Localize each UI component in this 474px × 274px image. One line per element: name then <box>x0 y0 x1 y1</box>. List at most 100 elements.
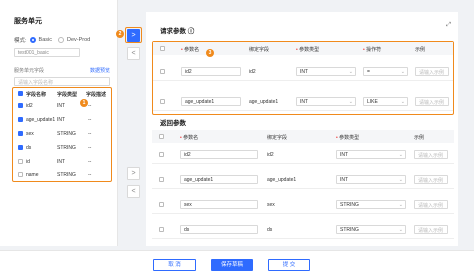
field-name: age_update1 <box>26 117 56 123</box>
param-type-value: STRING <box>340 202 359 208</box>
param-type-value: STRING <box>340 227 359 233</box>
example-input[interactable]: 请输入示例 <box>415 67 449 76</box>
param-name-input[interactable]: age_update1 <box>181 97 241 106</box>
cancel-button[interactable]: 取 消 <box>153 259 196 271</box>
field-checkbox[interactable] <box>18 145 23 150</box>
move-to-response-button[interactable]: > <box>127 167 140 180</box>
step-badge-1: 1 <box>80 99 88 107</box>
param-name-input[interactable]: ds <box>180 225 258 234</box>
param-name-input[interactable]: sex <box>180 200 258 209</box>
field-checkbox[interactable] <box>18 117 23 122</box>
param-type-select[interactable]: INT ⌄ <box>296 67 356 76</box>
footer-bar: 取 消 保存草稿 提 交 <box>0 250 474 274</box>
mode-basic-radio[interactable] <box>29 37 36 43</box>
example-input[interactable]: 请输入示例 <box>414 175 448 184</box>
expand-icon[interactable]: ⤢ <box>446 22 451 29</box>
operator-select[interactable]: = ⌄ <box>363 67 408 76</box>
col-desc-header: 字段描述 <box>86 92 107 98</box>
field-name: ds <box>26 145 32 151</box>
move-to-request-button[interactable]: > <box>127 29 140 42</box>
field-checkbox[interactable] <box>18 172 23 177</box>
response-row: age_update1 age_update1 INT ⌄ 请输入示例 <box>152 170 454 189</box>
field-type: INT <box>57 117 66 123</box>
field-checkbox[interactable] <box>18 103 23 108</box>
chevron-down-icon: ⌄ <box>398 227 403 233</box>
field-row[interactable]: sex STRING -- <box>17 128 109 139</box>
param-name-input[interactable]: age_update1 <box>180 175 258 184</box>
row-checkbox[interactable] <box>160 99 165 104</box>
operator-value: = <box>367 69 370 75</box>
chevron-down-icon: ⌄ <box>400 99 405 105</box>
example-input[interactable]: 请输入示例 <box>414 150 448 159</box>
field-name: name <box>26 172 39 178</box>
field-desc: -- <box>88 159 92 165</box>
col-name-header: 字段名称 <box>26 92 47 98</box>
response-select-all-checkbox[interactable] <box>159 134 164 139</box>
col-param-header: 参数名 <box>183 135 199 141</box>
param-type-select[interactable]: INT ⌄ <box>336 150 406 159</box>
mode-devprod-label: Dev-Prod <box>66 37 91 43</box>
field-row[interactable]: id2 INT -- <box>17 100 109 111</box>
field-desc: -- <box>88 131 92 137</box>
example-input[interactable]: 请输入示例 <box>415 97 449 106</box>
field-name: id <box>26 159 30 165</box>
field-checkbox[interactable] <box>18 159 23 164</box>
param-name-input[interactable]: id2 <box>180 150 258 159</box>
chevron-down-icon: ⌄ <box>400 69 405 75</box>
param-name-input[interactable]: id2 <box>181 67 241 76</box>
move-back-request-button[interactable]: < <box>127 47 140 60</box>
param-type-select[interactable]: STRING ⌄ <box>336 200 406 209</box>
param-type-value: INT <box>300 69 309 75</box>
mode-selector: 模式: Basic Dev-Prod <box>14 36 90 44</box>
field-row[interactable]: ds STRING -- <box>17 142 109 153</box>
response-row: ds ds STRING ⌄ 请输入示例 <box>152 220 454 239</box>
field-table-label: 服务单元字段 <box>14 68 45 74</box>
request-row: age_update1 age_update1 INT ⌄ LIKE ⌄ 请输入示例 <box>153 92 453 111</box>
service-unit-panel: 服务单元 模式: Basic Dev-Prod test001_basic 服务… <box>0 0 118 246</box>
operator-value: LIKE <box>367 99 378 105</box>
submit-button[interactable]: 提 交 <box>268 259 310 271</box>
chevron-down-icon: ⌄ <box>398 152 403 158</box>
mode-devprod-radio[interactable] <box>57 37 64 43</box>
col-param-header: 参数名 <box>184 47 200 53</box>
param-type-select[interactable]: INT ⌄ <box>336 175 406 184</box>
move-back-response-button[interactable]: < <box>127 185 140 198</box>
chevron-down-icon: ⌄ <box>398 177 403 183</box>
response-params-table: • 参数名 绑定字段 • 参数类型 示例 id2 id2 INT ⌄ 请输入示例 … <box>152 130 454 246</box>
param-type-select[interactable]: STRING ⌄ <box>336 225 406 234</box>
row-checkbox[interactable] <box>159 202 164 207</box>
field-type: INT <box>57 103 66 109</box>
unit-select-value: test001_basic <box>18 50 49 56</box>
bound-field: ds <box>267 227 273 233</box>
save-draft-button[interactable]: 保存草稿 <box>211 259 253 271</box>
select-all-checkbox[interactable] <box>18 91 23 96</box>
param-type-value: INT <box>340 177 349 183</box>
field-row[interactable]: id INT -- <box>17 156 109 167</box>
param-type-value: INT <box>300 99 309 105</box>
field-table-head: 字段名称 字段类型 字段描述 <box>17 88 109 99</box>
operator-select[interactable]: LIKE ⌄ <box>363 97 408 106</box>
step-badge-3: 3 <box>206 49 214 57</box>
unit-select[interactable]: test001_basic <box>14 48 80 57</box>
example-input[interactable]: 请输入示例 <box>414 225 448 234</box>
param-type-select[interactable]: INT ⌄ <box>296 97 356 106</box>
bound-field: id2 <box>249 69 256 75</box>
field-search-input[interactable]: 请输入字段名称 <box>14 77 110 86</box>
request-table-head: • 参数名 绑定字段 • 参数类型 • 操作符 示例 <box>153 42 453 55</box>
field-row[interactable]: age_update1 INT -- <box>17 114 109 125</box>
field-checkbox[interactable] <box>18 131 23 136</box>
field-table: 字段名称 字段类型 字段描述 id2 INT -- age_update1 IN… <box>12 87 112 182</box>
col-type-header: 字段类型 <box>57 92 78 98</box>
row-checkbox[interactable] <box>159 152 164 157</box>
field-desc: -- <box>88 103 92 109</box>
col-field-header: 绑定字段 <box>267 135 288 141</box>
panel-title: 服务单元 <box>14 18 42 25</box>
row-checkbox[interactable] <box>159 227 164 232</box>
row-checkbox[interactable] <box>160 69 165 74</box>
example-input[interactable]: 请输入示例 <box>414 200 448 209</box>
row-checkbox[interactable] <box>159 177 164 182</box>
field-name: id2 <box>26 103 33 109</box>
data-preview-link[interactable]: 数据预览 <box>90 67 110 74</box>
request-select-all-checkbox[interactable] <box>160 46 165 51</box>
field-row[interactable]: name STRING -- <box>17 169 109 180</box>
